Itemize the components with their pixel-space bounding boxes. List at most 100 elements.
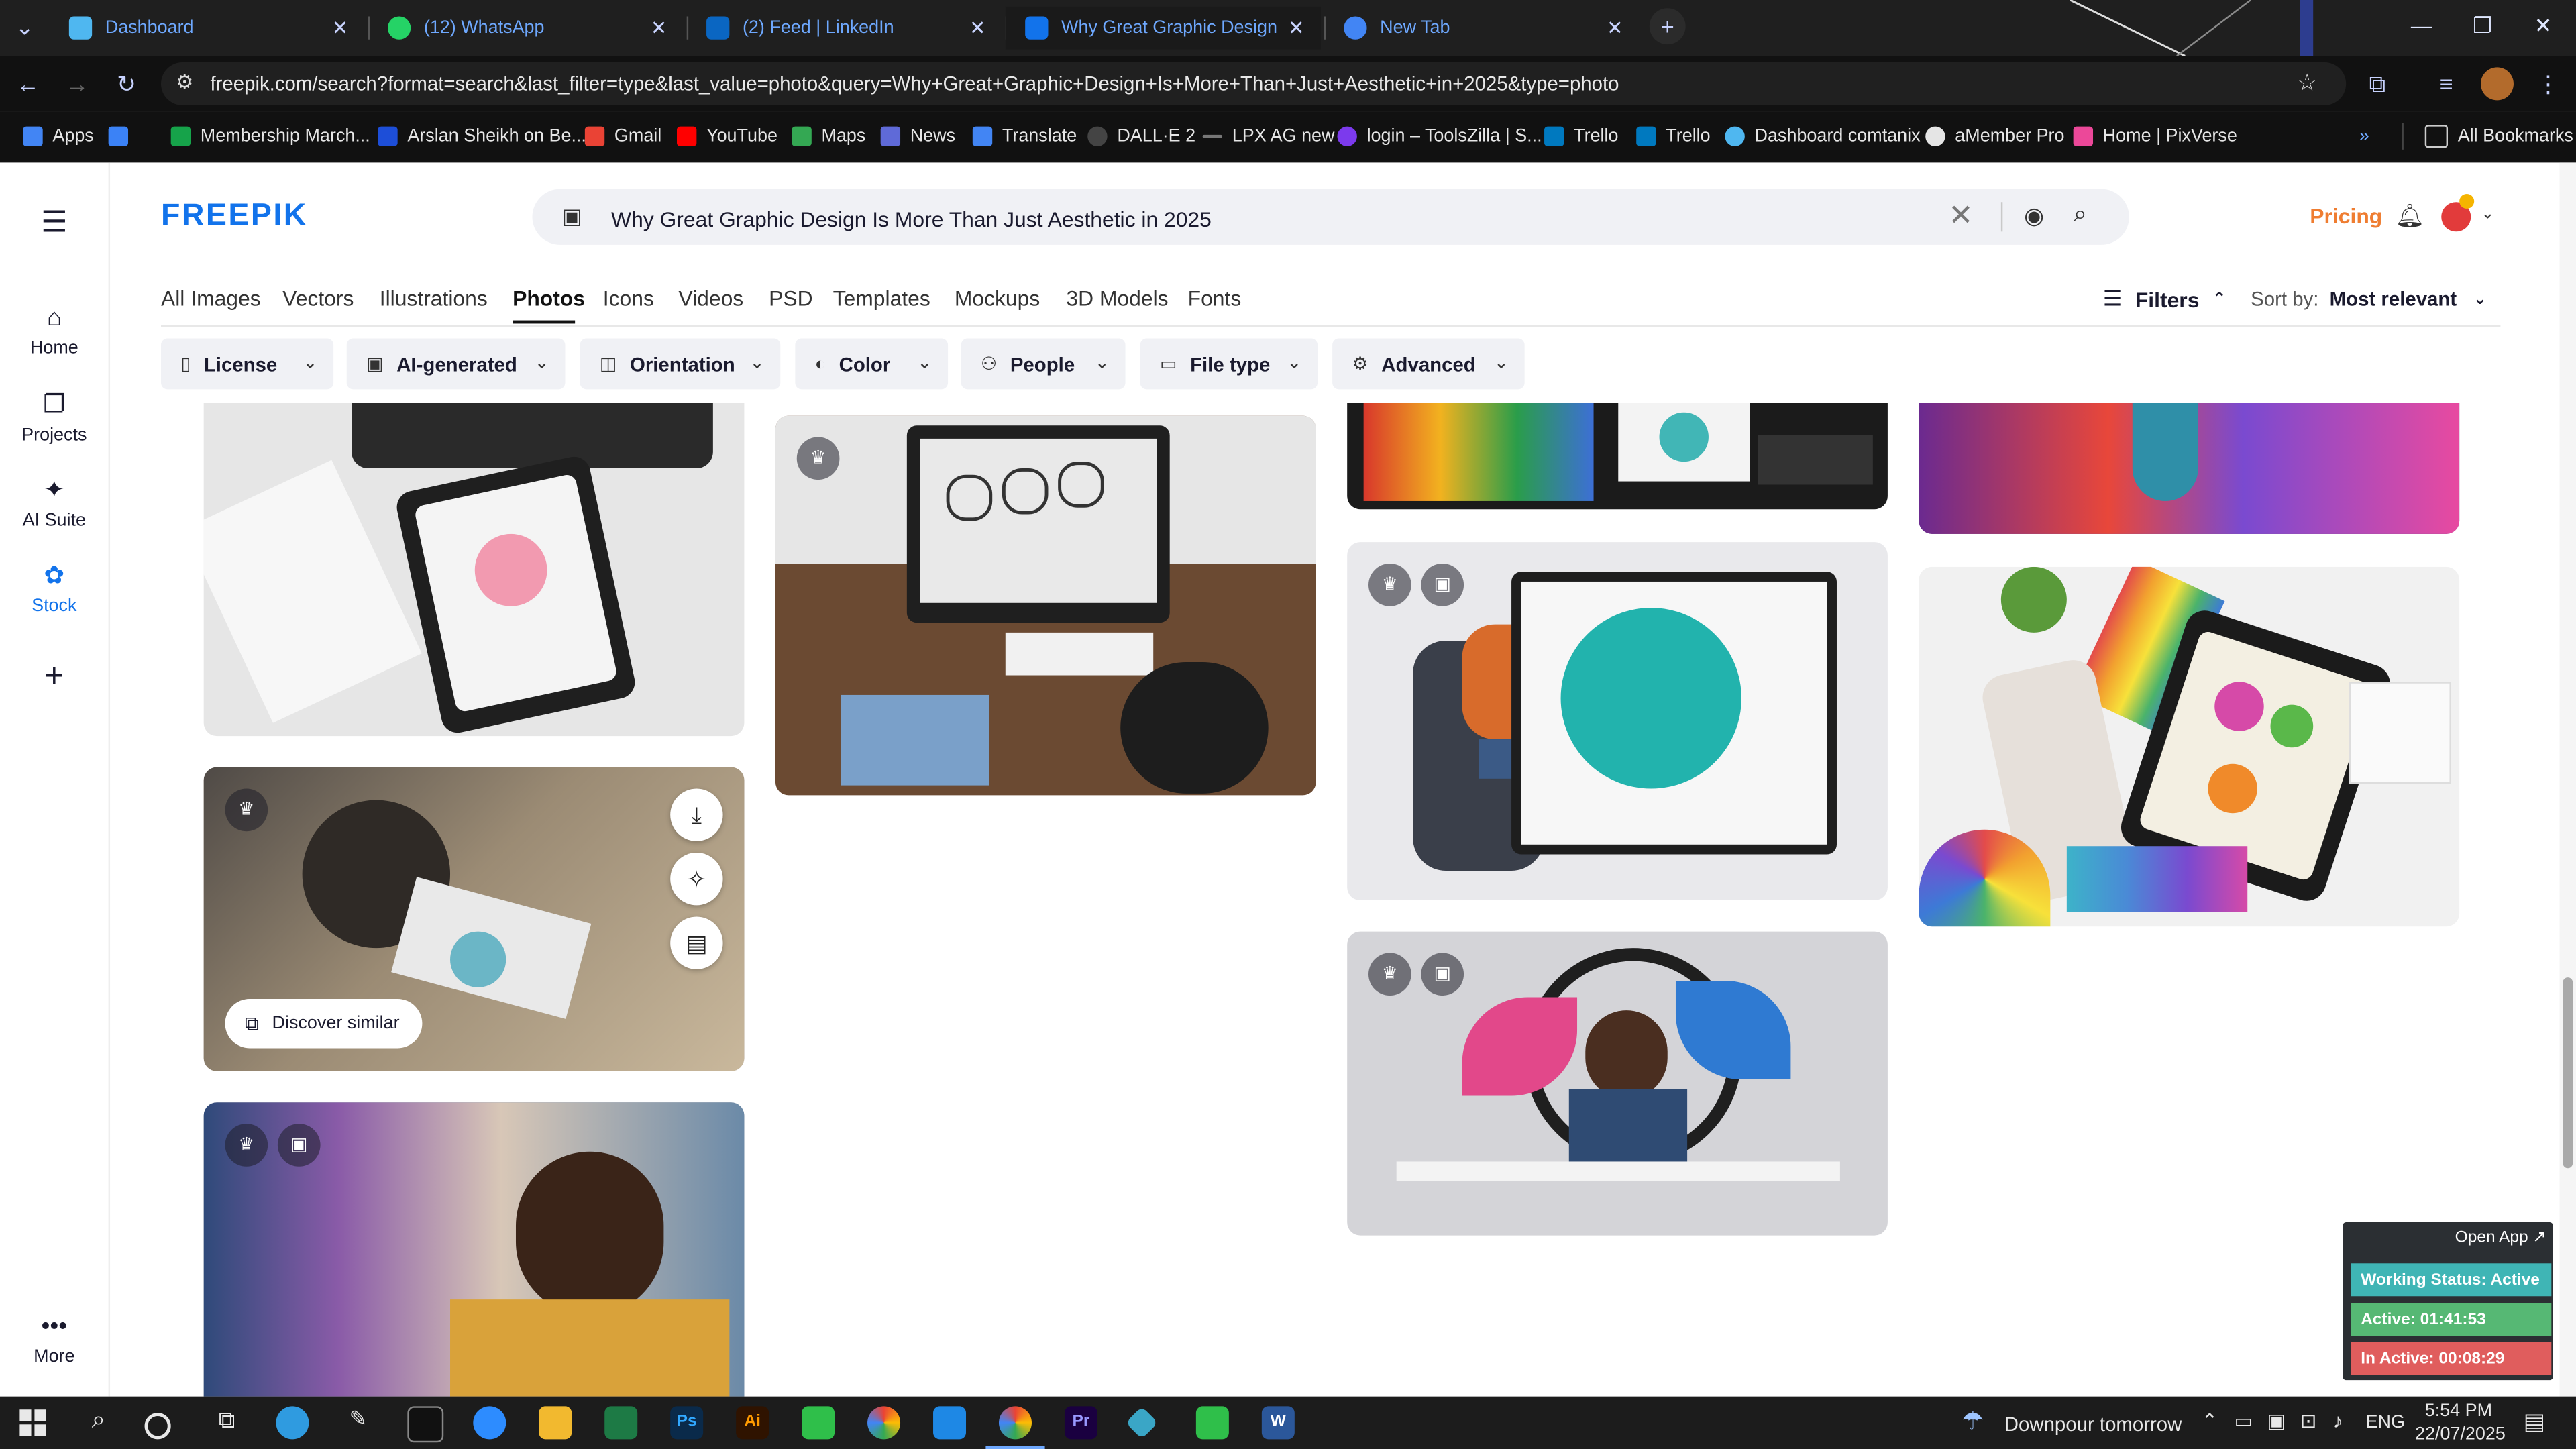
- tab-search-icon[interactable]: ⌄: [7, 8, 43, 44]
- app-green-2-icon[interactable]: [1195, 1406, 1229, 1440]
- category-vectors[interactable]: Vectors: [282, 286, 354, 311]
- nav-add-plus-icon[interactable]: +: [0, 659, 109, 696]
- pricing-link[interactable]: Pricing: [2310, 204, 2382, 229]
- category-psd[interactable]: PSD: [769, 286, 812, 311]
- file-explorer-icon[interactable]: [539, 1406, 572, 1440]
- premiere-icon[interactable]: Pr: [1064, 1406, 1097, 1440]
- category-icons[interactable]: Icons: [603, 286, 654, 311]
- tray-chevron-icon[interactable]: ⌃: [2202, 1409, 2218, 1432]
- nav-home[interactable]: ⌂ Home: [0, 304, 109, 358]
- photo-watercolor-laptop[interactable]: [1347, 402, 1888, 510]
- nav-ai-suite[interactable]: ✦ AI Suite: [0, 475, 109, 531]
- chrome-menu-icon[interactable]: ⋮: [2530, 66, 2566, 102]
- photoshop-icon[interactable]: Ps: [670, 1406, 704, 1440]
- tray-device-icon[interactable]: ▣: [2267, 1409, 2286, 1432]
- bookmark-toolszilla[interactable]: login – ToolsZilla | S...: [1337, 123, 1542, 150]
- download-icon[interactable]: ⤓: [670, 788, 723, 841]
- camera-search-icon[interactable]: ◉: [2024, 202, 2044, 230]
- close-icon[interactable]: ✕: [325, 16, 355, 39]
- tray-meet-icon[interactable]: ▭: [2235, 1409, 2253, 1432]
- page-scrollbar-thumb[interactable]: [2563, 977, 2573, 1169]
- bookmark-dashboard-comtanix[interactable]: Dashboard comtanix: [1725, 123, 1921, 150]
- category-illustrations[interactable]: Illustrations: [380, 286, 488, 311]
- tab-new-tab[interactable]: New Tab ✕: [1324, 7, 1640, 50]
- category-templates[interactable]: Templates: [833, 286, 930, 311]
- save-to-folder-icon[interactable]: ▤: [670, 916, 723, 969]
- category-photos[interactable]: Photos: [513, 286, 585, 311]
- bookmark-gmail[interactable]: Gmail: [584, 123, 661, 150]
- search-icon[interactable]: ⌕: [2074, 201, 2088, 229]
- extensions-icon[interactable]: ⧉: [2359, 66, 2396, 102]
- windows-start-icon[interactable]: [16, 1406, 49, 1439]
- discover-similar-button[interactable]: ⧉ Discover similar: [225, 998, 423, 1049]
- volume-icon[interactable]: ♪: [2333, 1409, 2343, 1432]
- app-green-icon[interactable]: [802, 1406, 835, 1440]
- tab-whatsapp[interactable]: (12) WhatsApp ✕: [368, 7, 684, 50]
- clock-date[interactable]: 22/07/2025: [2415, 1424, 2506, 1444]
- profile-avatar[interactable]: [2480, 67, 2514, 101]
- nav-projects[interactable]: ❐ Projects: [0, 389, 109, 445]
- excel-icon[interactable]: [604, 1406, 638, 1440]
- bookmark-dalle[interactable]: DALL·E 2: [1087, 123, 1195, 150]
- back-arrow-icon[interactable]: ←: [10, 66, 46, 102]
- bookmark-apps[interactable]: Apps: [23, 123, 94, 150]
- category-fonts[interactable]: Fonts: [1188, 286, 1242, 311]
- bookmark-lpx[interactable]: LPX AG new: [1202, 123, 1335, 150]
- close-icon[interactable]: ✕: [963, 16, 992, 39]
- category-3d-models[interactable]: 3D Models: [1066, 286, 1168, 311]
- illustrator-icon[interactable]: Ai: [736, 1406, 769, 1440]
- restore-icon[interactable]: ❐: [2453, 0, 2512, 52]
- ai-edit-sparkle-icon[interactable]: ✧: [670, 853, 723, 906]
- window-close-icon[interactable]: ✕: [2514, 0, 2573, 52]
- bookmark-star-icon[interactable]: ☆: [2297, 69, 2318, 97]
- photo-tablet-characters[interactable]: [1919, 566, 2460, 927]
- search-icon[interactable]: ⌕: [82, 1406, 115, 1439]
- task-view-icon[interactable]: ⧉: [210, 1406, 243, 1439]
- tab-freepik[interactable]: Why Great Graphic Design Is M ✕: [1005, 6, 1321, 50]
- clear-search-icon[interactable]: ✕: [1949, 199, 1974, 233]
- network-icon[interactable]: ⊡: [2300, 1409, 2317, 1432]
- new-tab-plus-icon[interactable]: +: [1649, 8, 1686, 45]
- photo-woman-computer[interactable]: ♛ ▣: [203, 1102, 745, 1397]
- bookmark-translate[interactable]: Translate: [972, 123, 1077, 150]
- close-icon[interactable]: ✕: [1600, 16, 1629, 39]
- bookmark-news[interactable]: News: [880, 123, 955, 150]
- pen-tool-icon[interactable]: ✎: [341, 1406, 374, 1439]
- filter-advanced[interactable]: ⚙ Advanced ⌄: [1332, 338, 1525, 390]
- search-input[interactable]: [608, 200, 1864, 237]
- reading-list-icon[interactable]: ≡: [2428, 66, 2465, 102]
- category-videos[interactable]: Videos: [678, 286, 743, 311]
- photo-colorful-abstract[interactable]: [1919, 402, 2460, 534]
- filter-people[interactable]: ⚇ People ⌄: [961, 338, 1126, 390]
- language-indicator[interactable]: ENG: [2366, 1413, 2405, 1432]
- bookmark-amember[interactable]: aMember Pro: [1925, 123, 2065, 150]
- tab-linkedin[interactable]: (2) Feed | LinkedIn ✕: [687, 7, 1002, 50]
- photo-tablet-flower[interactable]: [203, 402, 745, 737]
- nav-more[interactable]: ••• More: [0, 1313, 109, 1367]
- photo-overhead-designer[interactable]: ♛: [775, 415, 1316, 796]
- filter-ai-generated[interactable]: ▣ AI-generated ⌄: [346, 338, 566, 390]
- clock-time[interactable]: 5:54 PM: [2425, 1401, 2492, 1421]
- tab-dashboard[interactable]: Dashboard ✕: [49, 7, 364, 50]
- image-search-icon[interactable]: ▣: [562, 204, 588, 230]
- open-app-link[interactable]: Open App ↗: [2455, 1229, 2546, 1247]
- terminal-icon[interactable]: [407, 1406, 444, 1443]
- bookmark-grid[interactable]: [108, 123, 138, 150]
- bookmark-pixverse[interactable]: Home | PixVerse: [2073, 123, 2237, 150]
- account-chevron-down-icon[interactable]: ⌄: [2481, 205, 2495, 223]
- category-all-images[interactable]: All Images: [161, 286, 261, 311]
- nav-stock[interactable]: ✿ Stock: [0, 560, 109, 616]
- edge-icon[interactable]: [276, 1406, 309, 1440]
- bookmark-youtube[interactable]: YouTube: [676, 123, 777, 150]
- freepik-logo[interactable]: FREEPIK: [161, 199, 308, 235]
- word-icon[interactable]: W: [1261, 1406, 1295, 1440]
- weather-text[interactable]: Downpour tomorrow: [2004, 1413, 2182, 1436]
- bookmark-membership[interactable]: Membership March...: [170, 123, 370, 150]
- photo-illustrator-monitor[interactable]: ♛ ▣: [1347, 542, 1888, 901]
- vscode-icon[interactable]: [933, 1406, 967, 1440]
- category-mockups[interactable]: Mockups: [955, 286, 1040, 311]
- cortana-icon[interactable]: [144, 1413, 171, 1440]
- bookmark-maps[interactable]: Maps: [792, 123, 865, 150]
- close-icon[interactable]: ✕: [644, 16, 674, 39]
- close-icon[interactable]: ✕: [1281, 16, 1311, 39]
